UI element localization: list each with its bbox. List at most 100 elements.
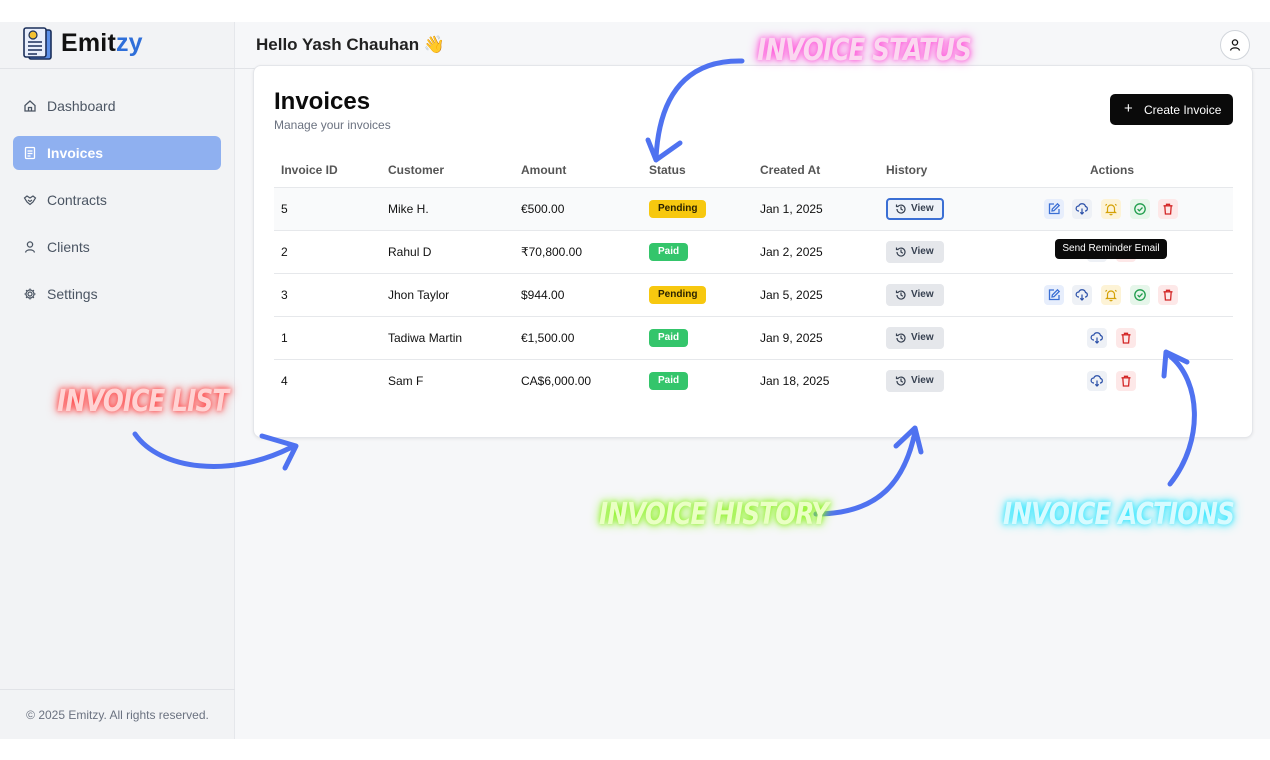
status-badge: Paid	[649, 329, 689, 347]
amount-cell: CA$6,000.00	[521, 374, 592, 388]
sidebar-item-contracts[interactable]: Contracts	[13, 183, 221, 217]
view-history-button[interactable]: View	[886, 284, 944, 306]
edit-invoice-button[interactable]	[1044, 285, 1064, 305]
sidebar-item-clients[interactable]: Clients	[13, 230, 221, 264]
bell-icon	[1105, 203, 1117, 216]
delete-invoice-button[interactable]	[1116, 371, 1136, 391]
create-invoice-button[interactable]: + Create Invoice	[1110, 94, 1233, 125]
sidebar-item-label: Dashboard	[47, 98, 116, 114]
cloud-download-icon	[1075, 289, 1088, 301]
amount-cell: €500.00	[521, 202, 565, 216]
table-row: 3 Jhon Taylor $944.00 Pending Jan 5, 202…	[274, 273, 1233, 316]
trash-icon	[1163, 289, 1173, 301]
invoice-id-cell: 2	[281, 245, 288, 259]
view-history-button[interactable]: View	[886, 370, 944, 392]
cloud-download-icon	[1090, 332, 1103, 344]
page-subtitle: Manage your invoices	[274, 118, 391, 132]
cloud-download-icon	[1075, 203, 1088, 215]
edit-invoice-button[interactable]	[1044, 199, 1064, 219]
column-header-status: Status	[649, 163, 686, 177]
annotation-invoice-actions: INVOICE ACTIONS	[1003, 497, 1235, 532]
customer-cell: Sam F	[388, 374, 424, 388]
invoice-id-cell: 1	[281, 331, 288, 345]
table-row: 4 Sam F CA$6,000.00 Paid Jan 18, 2025 Vi…	[274, 359, 1233, 402]
send-reminder-tooltip: Send Reminder Email	[1055, 239, 1167, 259]
home-icon	[24, 100, 36, 112]
check-circle-icon	[1134, 203, 1146, 215]
history-icon	[895, 290, 906, 300]
cloud-download-icon	[1090, 375, 1103, 387]
delete-invoice-button[interactable]	[1158, 199, 1178, 219]
status-badge: Pending	[649, 286, 707, 304]
greeting-text: Hello Yash Chauhan 👋	[256, 35, 446, 54]
customer-cell: Tadiwa Martin	[388, 331, 463, 345]
download-invoice-button[interactable]	[1072, 199, 1092, 219]
customer-cell: Jhon Taylor	[388, 288, 450, 302]
page-title: Invoices	[274, 88, 371, 115]
download-invoice-button[interactable]	[1087, 371, 1107, 391]
send-reminder-button[interactable]	[1101, 199, 1121, 219]
annotation-invoice-status: INVOICE STATUS	[757, 33, 972, 68]
created-at-cell: Jan 1, 2025	[760, 202, 823, 216]
mark-paid-button[interactable]	[1130, 199, 1150, 219]
delete-invoice-button[interactable]	[1116, 328, 1136, 348]
sidebar-item-label: Clients	[47, 239, 90, 255]
column-header-created-at: Created At	[760, 163, 821, 177]
edit-icon	[1048, 202, 1061, 215]
table-row: 5 Mike H. €500.00 Pending Jan 1, 2025 Vi…	[274, 187, 1233, 230]
brand-name-prefix: Emit	[61, 29, 116, 57]
brand-name-suffix: zy	[115, 29, 143, 57]
top-bar: Hello Yash Chauhan 👋	[235, 22, 1270, 69]
delete-invoice-button[interactable]	[1158, 285, 1178, 305]
sidebar: Emitzy Dashboard Invoices Contracts Clie…	[0, 22, 235, 739]
history-icon	[895, 376, 906, 386]
view-history-button[interactable]: View	[886, 198, 944, 220]
download-invoice-button[interactable]	[1072, 285, 1092, 305]
sidebar-item-label: Invoices	[47, 145, 104, 161]
document-icon	[24, 146, 36, 160]
sidebar-item-label: Settings	[47, 286, 98, 302]
create-invoice-label: Create Invoice	[1144, 103, 1222, 117]
send-reminder-button[interactable]	[1101, 285, 1121, 305]
sidebar-item-invoices[interactable]: Invoices	[13, 136, 221, 170]
brand-name[interactable]: Emitzy	[61, 29, 143, 58]
table-row: 1 Tadiwa Martin €1,500.00 Paid Jan 9, 20…	[274, 316, 1233, 359]
amount-cell: ₹70,800.00	[521, 245, 583, 259]
view-history-button[interactable]: View	[886, 241, 944, 263]
gear-icon	[24, 288, 36, 300]
trash-icon	[1163, 203, 1173, 215]
created-at-cell: Jan 9, 2025	[760, 331, 823, 345]
amount-cell: €1,500.00	[521, 331, 575, 345]
sidebar-item-settings[interactable]: Settings	[13, 277, 221, 311]
view-label: View	[911, 289, 934, 300]
view-label: View	[911, 332, 934, 343]
column-header-customer: Customer	[388, 163, 445, 177]
user-icon	[1229, 39, 1241, 51]
bell-icon	[1105, 289, 1117, 302]
edit-icon	[1048, 288, 1061, 301]
sidebar-footer: © 2025 Emitzy. All rights reserved.	[0, 689, 235, 739]
created-at-cell: Jan 5, 2025	[760, 288, 823, 302]
avatar-button[interactable]	[1220, 30, 1250, 60]
view-history-button[interactable]: View	[886, 327, 944, 349]
invoice-id-cell: 3	[281, 288, 288, 302]
history-icon	[895, 333, 906, 343]
sidebar-item-dashboard[interactable]: Dashboard	[13, 89, 221, 123]
invoice-id-cell: 4	[281, 374, 288, 388]
created-at-cell: Jan 18, 2025	[760, 374, 830, 388]
customer-cell: Mike H.	[388, 202, 429, 216]
view-label: View	[911, 246, 934, 257]
check-circle-icon	[1134, 289, 1146, 301]
status-badge: Paid	[649, 372, 689, 390]
trash-icon	[1121, 375, 1131, 387]
history-icon	[895, 204, 906, 214]
created-at-cell: Jan 2, 2025	[760, 245, 823, 259]
history-icon	[895, 247, 906, 257]
column-header-invoice-id: Invoice ID	[281, 163, 338, 177]
download-invoice-button[interactable]	[1087, 328, 1107, 348]
handshake-icon	[23, 195, 37, 206]
invoice-id-cell: 5	[281, 202, 288, 216]
sidebar-item-label: Contracts	[47, 192, 107, 208]
mark-paid-button[interactable]	[1130, 285, 1150, 305]
copyright-text: © 2025 Emitzy. All rights reserved.	[26, 708, 209, 722]
